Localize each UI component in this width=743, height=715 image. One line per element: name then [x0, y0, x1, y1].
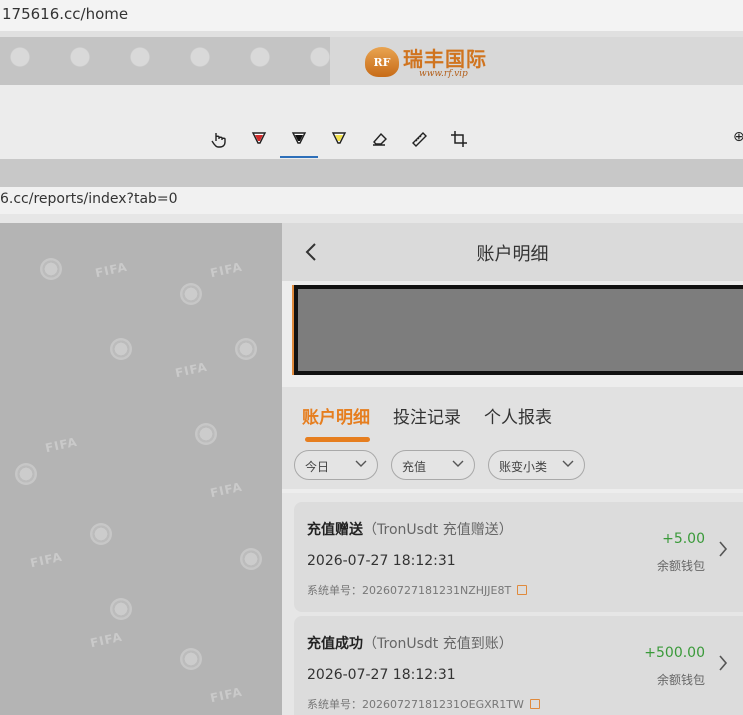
football-icon: [180, 648, 202, 670]
account-details-panel: 账户明细 账户明细 投注记录 个人报表 今日 充值 账变小类 充值赠送（Tron…: [282, 223, 743, 715]
football-icon: [110, 338, 132, 360]
transaction-list: 充值赠送（TronUsdt 充值赠送） 2026-07-27 18:12:31 …: [282, 493, 743, 715]
touch-write-icon[interactable]: [208, 128, 230, 150]
annotation-toolbar: ⊕: [0, 85, 743, 159]
chevron-down-icon: [452, 460, 464, 467]
divider: [0, 159, 743, 187]
filter-date-select[interactable]: 今日: [294, 450, 378, 480]
order-label: 系统单号：: [307, 584, 362, 597]
football-icon: [240, 548, 262, 570]
tab-bar: 账户明细 投注记录 个人报表: [282, 387, 743, 443]
record-time: 2026-07-27 18:12:31: [307, 553, 456, 569]
record-type: 充值赠送: [307, 522, 363, 538]
football-icon: [15, 463, 37, 485]
redacted-area: [294, 285, 743, 375]
browser-url-text-2[interactable]: 6.cc/reports/index?tab=0: [0, 191, 178, 207]
site-logo[interactable]: RF 瑞丰国际 www.rf.vip: [365, 41, 495, 83]
record-wallet: 余额钱包: [656, 673, 705, 687]
list-item[interactable]: 充值成功（TronUsdt 充值到账） 2026-07-27 18:12:31 …: [294, 616, 743, 715]
active-tool-indicator: [280, 156, 318, 158]
chevron-right-icon[interactable]: [718, 654, 728, 672]
filter-date-label: 今日: [305, 460, 330, 474]
football-icon: [110, 598, 132, 620]
fifa-watermark: FIFA: [43, 434, 79, 456]
browser-url-text[interactable]: 175616.cc/home: [2, 5, 128, 23]
more-tools-icon[interactable]: ⊕: [733, 129, 743, 145]
logo-badge: RF: [365, 47, 399, 77]
record-order: 系统单号：20260727181231OEGXR1TW: [307, 696, 540, 712]
fifa-watermark: FIFA: [208, 684, 244, 706]
logo-name: 瑞丰国际: [403, 47, 487, 71]
record-time: 2026-07-27 18:12:31: [307, 667, 456, 683]
order-label: 系统单号：: [307, 698, 362, 711]
divider: [0, 214, 743, 223]
eraser-icon[interactable]: [368, 128, 390, 150]
record-title: 充值成功（TronUsdt 充值到账）: [307, 633, 513, 653]
record-detail: （TronUsdt 充值到账）: [363, 636, 513, 652]
site-banner: RF 瑞丰国际 www.rf.vip: [0, 37, 743, 85]
banner-pattern: [0, 37, 330, 85]
fifa-watermark: FIFA: [28, 549, 64, 571]
tab-bet-records[interactable]: 投注记录: [393, 403, 461, 428]
filter-subtype-select[interactable]: 账变小类: [488, 450, 585, 480]
browser-address-bar-2[interactable]: 6.cc/reports/index?tab=0: [0, 187, 743, 214]
chevron-down-icon: [562, 460, 574, 467]
chevron-right-icon[interactable]: [718, 540, 728, 558]
football-icon: [40, 258, 62, 280]
panel-header: 账户明细: [282, 223, 743, 281]
browser-address-bar[interactable]: 175616.cc/home: [0, 0, 743, 31]
highlighter-icon[interactable]: [328, 128, 350, 150]
red-pen-icon[interactable]: [248, 128, 270, 150]
fifa-watermark: FIFA: [173, 359, 209, 381]
black-pen-icon[interactable]: [288, 128, 310, 150]
order-number: 20260727181231OEGXR1TW: [362, 698, 524, 711]
fifa-watermark: FIFA: [93, 259, 129, 281]
record-detail: （TronUsdt 充值赠送）: [363, 522, 513, 538]
fifa-watermark: FIFA: [208, 479, 244, 501]
page-title: 账户明细: [476, 244, 549, 265]
record-type: 充值成功: [307, 636, 363, 652]
filter-type-label: 充值: [402, 460, 427, 474]
fifa-watermark: FIFA: [88, 629, 124, 651]
football-icon: [180, 283, 202, 305]
record-title: 充值赠送（TronUsdt 充值赠送）: [307, 519, 513, 539]
record-amount: +500.00: [644, 645, 705, 661]
filter-subtype-label: 账变小类: [499, 460, 548, 474]
tab-personal-report[interactable]: 个人报表: [484, 403, 552, 428]
tab-account-details[interactable]: 账户明细: [302, 403, 370, 428]
ruler-icon[interactable]: [408, 128, 430, 150]
crop-icon[interactable]: [448, 128, 470, 150]
football-icon: [235, 338, 257, 360]
order-number: 20260727181231NZHJJE8T: [362, 584, 512, 597]
filter-type-select[interactable]: 充值: [391, 450, 475, 480]
football-icon: [90, 523, 112, 545]
record-order: 系统单号：20260727181231NZHJJE8T: [307, 582, 528, 598]
page-background-pattern: FIFA FIFA FIFA FIFA FIFA FIFA FIFA FIFA: [0, 223, 282, 715]
record-amount: +5.00: [662, 531, 705, 547]
active-tab-indicator: [305, 437, 370, 442]
football-icon: [195, 423, 217, 445]
fifa-watermark: FIFA: [208, 259, 244, 281]
record-wallet: 余额钱包: [656, 559, 705, 573]
list-item[interactable]: 充值赠送（TronUsdt 充值赠送） 2026-07-27 18:12:31 …: [294, 502, 743, 612]
filter-bar: 今日 充值 账变小类: [282, 443, 743, 489]
chevron-down-icon: [355, 460, 367, 467]
logo-site: www.rf.vip: [419, 69, 468, 79]
copy-icon[interactable]: [517, 585, 528, 595]
copy-icon[interactable]: [529, 699, 540, 709]
